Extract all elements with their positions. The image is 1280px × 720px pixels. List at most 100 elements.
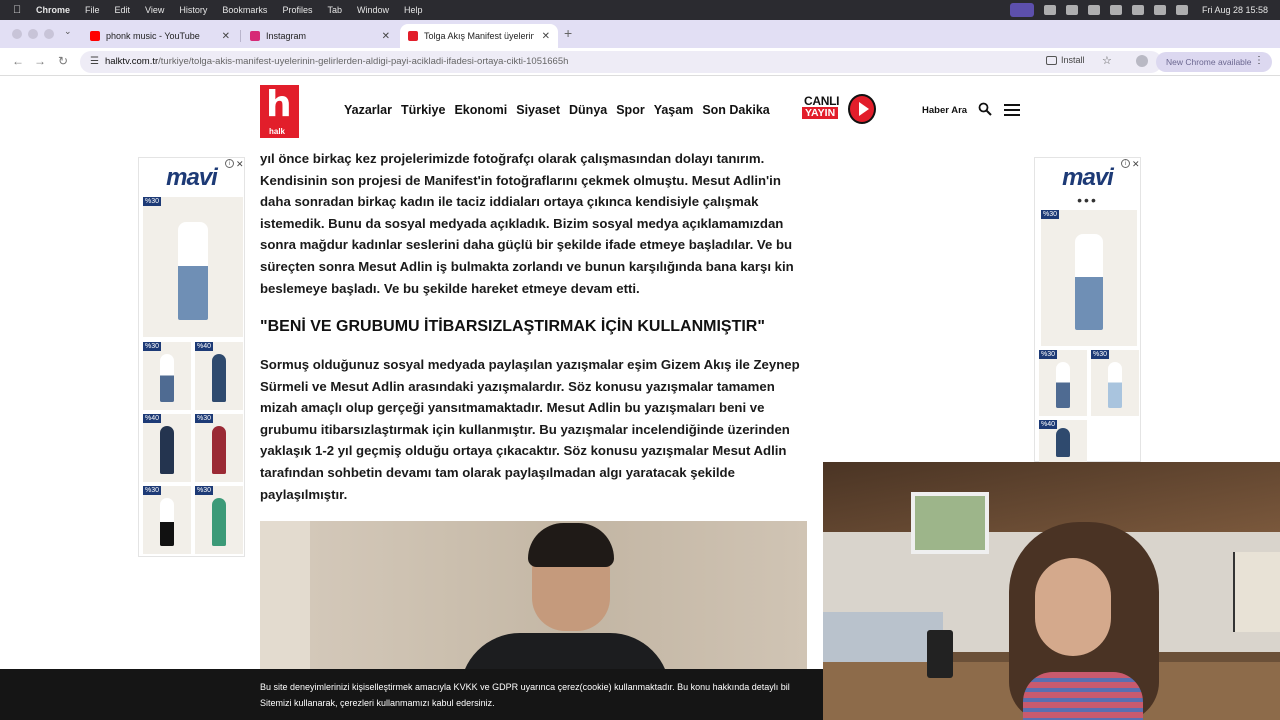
menu-file[interactable]: File	[85, 5, 100, 15]
nav-dunya[interactable]: Dünya	[569, 103, 607, 117]
tab-instagram[interactable]: Instagram ✕	[242, 24, 398, 48]
moon-icon[interactable]	[1065, 5, 1078, 15]
ad-product-tile[interactable]: %30	[195, 414, 243, 482]
menu-view[interactable]: View	[145, 5, 164, 15]
menu-bookmarks[interactable]: Bookmarks	[222, 5, 267, 15]
discount-badge: %30	[143, 342, 162, 351]
discount-badge: %30	[1039, 350, 1058, 359]
product-figure	[178, 222, 208, 321]
ad-product-tile[interactable]: %40	[195, 342, 243, 410]
controls-icon[interactable]	[1043, 5, 1056, 15]
minimize-window-button[interactable]	[28, 29, 38, 39]
search-icon[interactable]	[978, 102, 992, 116]
macos-menu-bar:  Chrome File Edit View History Bookmark…	[0, 0, 1280, 20]
live-broadcast-button[interactable]: CANLI YAYIN	[800, 94, 878, 126]
siri-icon[interactable]	[1175, 5, 1188, 15]
discount-badge: %30	[195, 414, 214, 423]
discount-badge: %40	[195, 342, 214, 351]
webcam-overlay	[823, 462, 1280, 720]
reload-icon[interactable]: ↻	[58, 54, 68, 68]
close-tab-icon[interactable]: ✕	[542, 31, 550, 42]
nav-son-dakika[interactable]: Son Dakika	[702, 103, 769, 117]
left-ad-banner[interactable]: i ✕ mavi %30 %30 %40 %40 %30 %30 %30	[138, 157, 245, 557]
menu-edit[interactable]: Edit	[115, 5, 131, 15]
play-icon	[848, 94, 876, 124]
discount-badge: %30	[1041, 210, 1060, 219]
nav-turkiye[interactable]: Türkiye	[401, 103, 445, 117]
tab-youtube[interactable]: phonk music - YouTube ✕	[82, 24, 238, 48]
nav-yasam[interactable]: Yaşam	[654, 103, 694, 117]
new-tab-button[interactable]: +	[564, 25, 572, 41]
cookie-text: Bu site deneyimlerinizi kişiselleştirmek…	[260, 679, 860, 711]
tab-title: Tolga Akış Manifest üyelerinin	[424, 31, 534, 41]
search-label[interactable]: Haber Ara	[922, 105, 967, 116]
menu-help[interactable]: Help	[404, 5, 423, 15]
forward-icon[interactable]: →	[34, 54, 46, 68]
live-label-bottom: YAYIN	[802, 107, 839, 119]
ad-product-tile[interactable]: %30	[143, 197, 243, 337]
ad-brand-logo: mavi	[1062, 164, 1114, 191]
close-tab-icon[interactable]: ✕	[222, 31, 230, 42]
article-subheading: "BENİ VE GRUBUMU İTİBARSIZLAŞTIRMAK İÇİN…	[260, 318, 765, 335]
nav-siyaset[interactable]: Siyaset	[516, 103, 560, 117]
menubar-clock[interactable]: Fri Aug 28 15:58	[1202, 5, 1268, 15]
cookie-line-1: Bu site deneyimlerinizi kişiselleştirmek…	[260, 682, 790, 692]
ad-product-tile[interactable]: %30	[1041, 210, 1137, 346]
right-ad-banner[interactable]: i ✕ mavi ••• %30 %30 %30 %40	[1034, 157, 1141, 462]
nav-yazarlar[interactable]: Yazarlar	[344, 103, 392, 117]
chrome-update-button[interactable]: New Chrome available ⋮	[1156, 52, 1272, 72]
tab-title: Instagram	[266, 31, 307, 41]
nav-ekonomi[interactable]: Ekonomi	[454, 103, 507, 117]
tab-halktv[interactable]: Tolga Akış Manifest üyelerinin ✕	[400, 24, 558, 48]
cookie-banner[interactable]: Bu site deneyimlerinizi kişiselleştirmek…	[0, 669, 823, 720]
control-center-icon[interactable]	[1153, 5, 1166, 15]
ad-product-tile[interactable]: %40	[143, 414, 191, 482]
screen-record-icon[interactable]	[1009, 3, 1034, 17]
hamburger-menu-icon[interactable]	[1004, 104, 1020, 116]
account-icon[interactable]	[1087, 5, 1100, 15]
menu-app[interactable]: Chrome	[36, 5, 70, 15]
menu-window[interactable]: Window	[357, 5, 389, 15]
ad-product-tile[interactable]: %30	[143, 342, 191, 410]
bookmark-star-icon[interactable]: ☆	[1102, 54, 1112, 67]
cookie-line-2: Sitemizi kullanarak, çerezleri kullanmam…	[260, 698, 495, 708]
browser-tab-strip: ⌄ phonk music - YouTube ✕ Instagram ✕ To…	[0, 20, 1280, 48]
battery-icon[interactable]	[1131, 5, 1144, 15]
wifi-icon[interactable]	[1109, 5, 1122, 15]
ad-product-tile[interactable]: %30	[1091, 350, 1139, 416]
extension-icon[interactable]	[1136, 55, 1148, 67]
install-app-button[interactable]: Install	[1046, 55, 1085, 65]
url-text[interactable]: halktv.com.tr/turkiye/tolga-akis-manifes…	[105, 56, 568, 67]
ad-product-tile[interactable]: %30	[1039, 350, 1087, 416]
back-icon[interactable]: ←	[12, 54, 24, 68]
zoom-window-button[interactable]	[44, 29, 54, 39]
close-tab-icon[interactable]: ✕	[382, 31, 390, 42]
install-icon	[1046, 55, 1057, 65]
product-figure	[159, 498, 175, 546]
discount-badge: %40	[1039, 420, 1058, 429]
apple-icon[interactable]: 	[13, 4, 27, 16]
menu-profiles[interactable]: Profiles	[282, 5, 312, 15]
product-figure	[1055, 427, 1071, 457]
kebab-menu-icon[interactable]: ⋮	[1254, 55, 1264, 66]
ad-product-tile[interactable]: %30	[195, 486, 243, 554]
webcam-person-face	[1035, 558, 1111, 656]
halktv-logo[interactable]: h halk	[260, 85, 299, 138]
ad-product-tile[interactable]: %40	[1039, 420, 1087, 462]
address-bar[interactable]: ☰ halktv.com.tr/turkiye/tolga-akis-manif…	[80, 51, 1162, 73]
tab-search-icon[interactable]: ⌄	[64, 26, 72, 37]
menu-history[interactable]: History	[179, 5, 207, 15]
window-controls	[12, 29, 54, 39]
ad-product-tile[interactable]: %30	[143, 486, 191, 554]
product-figure	[1074, 234, 1104, 330]
nav-spor[interactable]: Spor	[616, 103, 644, 117]
update-label: New Chrome available	[1166, 57, 1252, 67]
product-figure	[211, 354, 227, 402]
tab-separator	[240, 30, 241, 42]
site-info-icon[interactable]: ☰	[90, 56, 99, 67]
close-window-button[interactable]	[12, 29, 22, 39]
article-paragraph: yıl önce birkaç kez projelerimizde fotoğ…	[260, 151, 794, 296]
menu-tab[interactable]: Tab	[327, 5, 342, 15]
ad-carousel-dots[interactable]: •••	[1035, 192, 1140, 208]
logo-letter: h	[266, 84, 292, 125]
